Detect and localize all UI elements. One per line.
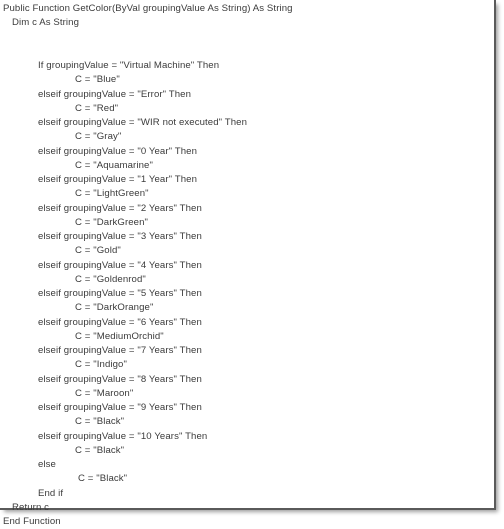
code-line: elseif groupingValue = "7 Years" Then (38, 345, 202, 356)
code-line: C = "Gray" (75, 131, 122, 143)
code-line: elseif groupingValue = "0 Year" Then (38, 145, 197, 157)
code-line: C = "Aquamarine" (75, 159, 153, 171)
code-line: C = "Indigo" (75, 359, 127, 371)
code-line: C = "MediumOrchid" (75, 330, 164, 342)
code-line: Dim c As String (12, 17, 80, 29)
code-line: C = "Gold" (75, 245, 121, 257)
code-line: C = "Red" (75, 102, 119, 114)
code-line: elseif groupingValue = "9 Years" Then (38, 402, 202, 413)
code-line: C = "Black" (78, 473, 128, 485)
code-line: elseif groupingValue = "10 Years" Then (38, 430, 208, 442)
code-line: C = "DarkGreen" (75, 216, 149, 228)
code-line: C = "Black" (75, 444, 125, 456)
code-line: elseif groupingValue = "8 Years" Then (38, 373, 202, 385)
code-line: End if (38, 487, 64, 499)
code-line: elseif groupingValue = "6 Years" Then (38, 316, 202, 328)
code-listing: Public Function GetColor(ByVal groupingV… (0, 0, 490, 529)
code-line: elseif groupingValue = "5 Years" Then (38, 288, 202, 299)
code-line: C = "Black" (75, 416, 125, 428)
code-line: Public Function GetColor(ByVal groupingV… (3, 3, 293, 14)
code-line: C = "Goldenrod" (75, 273, 146, 285)
code-line: elseif groupingValue = "WIR not executed… (38, 117, 247, 128)
code-line: elseif groupingValue = "3 Years" Then (38, 231, 202, 242)
code-line: C = "LightGreen" (75, 188, 149, 200)
code-line: else (38, 459, 56, 470)
code-line: elseif groupingValue = "1 Year" Then (38, 174, 197, 185)
code-line: C = "DarkOrange" (75, 302, 154, 314)
code-line: C = "Blue" (75, 74, 120, 86)
code-line: Return c (12, 501, 50, 513)
code-line: End Function (3, 516, 61, 527)
code-line: C = "Maroon" (75, 387, 134, 399)
code-line: elseif groupingValue = "4 Years" Then (38, 259, 202, 271)
code-line: elseif groupingValue = "2 Years" Then (38, 202, 202, 214)
code-line: elseif groupingValue = "Error" Then (38, 88, 192, 100)
code-line: If groupingValue = "Virtual Machine" The… (38, 60, 220, 71)
code-listing-sheet: Public Function GetColor(ByVal groupingV… (0, 0, 496, 527)
